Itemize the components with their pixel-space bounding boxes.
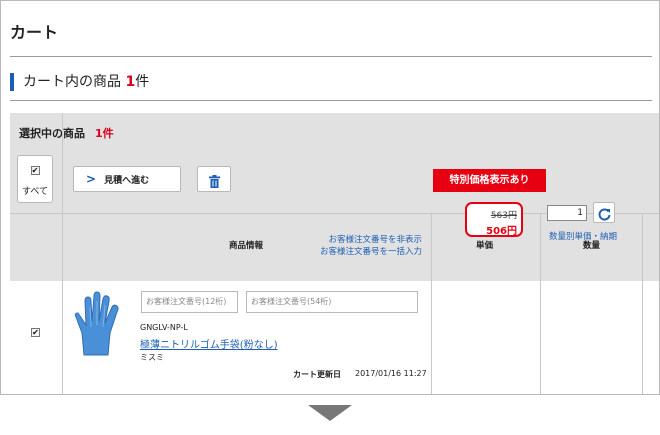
proceed-to-quote-label: 見積へ進む	[104, 176, 150, 186]
special-price: 506円	[486, 226, 517, 237]
order-number-links: お客様注文番号を非表示 お客様注文番号を一括入力	[310, 234, 422, 258]
row-checkbox[interactable]: ✔	[31, 328, 40, 337]
selection-count: 1件	[95, 127, 114, 140]
selection-summary: 選択中の商品 1件	[19, 125, 114, 141]
refresh-icon	[598, 208, 610, 221]
volume-price-link[interactable]: 数量別単価・納期	[549, 230, 617, 242]
special-price-badge: 特別価格表示あり	[433, 169, 546, 192]
product-name-link[interactable]: 極薄ニトリルゴム手袋(粉なし)	[140, 336, 278, 351]
chevron-right-icon: >	[86, 172, 97, 186]
section-heading: カート内の商品 1件	[10, 73, 149, 91]
selected-items-panel: 選択中の商品 1件 ✔ すべて > 見積へ進む 商品情報 お客様注文番号を非表示	[10, 113, 659, 394]
glove-image	[74, 291, 119, 356]
original-price: 563円	[490, 211, 517, 221]
column-divider	[540, 281, 541, 394]
column-header-unit-price: 単価	[476, 241, 494, 251]
order-number-12-input[interactable]: お客様注文番号(12桁)	[141, 291, 238, 313]
bulk-order-number-link[interactable]: お客様注文番号を一括入力	[310, 246, 422, 258]
select-all-label: すべて	[21, 187, 48, 197]
section-divider	[10, 100, 652, 101]
select-all-checkbox[interactable]: ✔	[30, 166, 40, 175]
order-number-54-input[interactable]: お客様注文番号(54桁)	[246, 291, 418, 313]
product-code: GNGLV-NP-L	[140, 323, 188, 332]
column-divider	[431, 281, 432, 394]
title-divider	[10, 56, 652, 57]
quantity-input[interactable]: 1	[547, 205, 587, 221]
hide-order-number-link[interactable]: お客様注文番号を非表示	[310, 234, 422, 246]
section-heading-label: カート内の商品	[23, 74, 121, 90]
page-title: カート	[10, 23, 59, 42]
unit-price-box: 563円 506円	[465, 202, 523, 237]
section-count-unit: 件	[135, 74, 150, 90]
proceed-to-quote-button[interactable]: > 見積へ進む	[73, 166, 181, 192]
table-row: ✔ お客様注文番号(12桁) お客様注文番号(54桁) GNGLV-NP-L 極…	[10, 281, 659, 394]
cart-frame: カート カート内の商品 1件 選択中の商品 1件 ✔ すべて > 見積へ進む 商…	[0, 0, 660, 395]
cart-updated-label: カート更新日	[293, 370, 341, 379]
column-header-product: 商品情報	[229, 241, 264, 251]
cart-updated-value: 2017/01/16 11:27	[355, 369, 427, 378]
section-item-count: 1	[125, 74, 136, 90]
refresh-quantity-button[interactable]	[593, 202, 615, 223]
trash-icon	[208, 175, 220, 188]
select-all-toggle[interactable]: ✔ すべて	[17, 155, 53, 203]
product-maker: ミスミ	[140, 353, 164, 362]
column-divider	[62, 281, 63, 394]
down-arrow-icon	[308, 405, 352, 421]
delete-button[interactable]	[197, 166, 231, 192]
column-divider	[642, 281, 643, 394]
selection-label: 選択中の商品	[19, 127, 85, 140]
